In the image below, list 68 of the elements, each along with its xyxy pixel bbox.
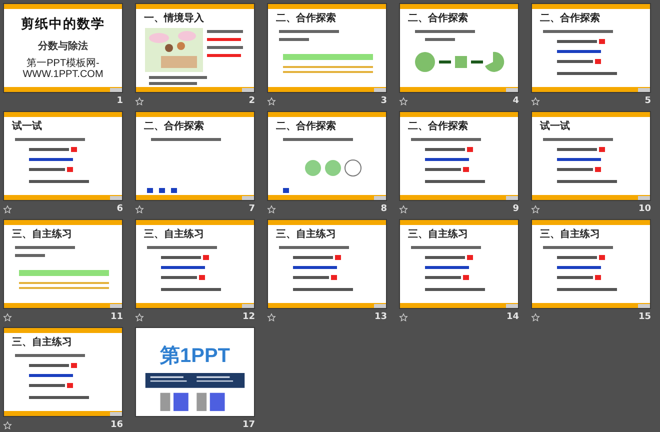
slide-title: 二、合作探索 — [275, 12, 336, 25]
slide-title: 三、自主练习 — [539, 227, 600, 241]
star-icon[interactable] — [3, 204, 12, 214]
slide-thumbnail[interactable]: 二、合作探索 — [267, 111, 387, 201]
slide-number: 4 — [512, 96, 519, 106]
slide-number: 14 — [506, 312, 519, 322]
slide-number: 12 — [242, 312, 255, 322]
star-icon[interactable] — [399, 204, 408, 214]
slide-thumbnail[interactable]: 一、情境导入 — [135, 3, 255, 93]
slide-number: 2 — [248, 96, 255, 106]
logo-text: 第1PPT — [160, 344, 230, 369]
slide-thumbnail[interactable]: 二、合作探索 — [135, 111, 255, 201]
slide-thumbnail[interactable]: 三、自主练习 — [3, 219, 123, 309]
slide-number: 17 — [242, 420, 255, 430]
slide-number: 6 — [116, 204, 123, 214]
star-icon[interactable] — [399, 96, 408, 106]
slide-thumbnail[interactable]: 三、自主练习 — [3, 327, 123, 417]
slide-thumbnail[interactable]: 二、合作探索 — [531, 3, 651, 93]
slide-thumbnail[interactable]: 三、自主练习 — [267, 219, 387, 309]
slide-number: 13 — [374, 312, 387, 322]
star-icon[interactable] — [267, 312, 276, 322]
slide-title: 三、自主练习 — [407, 227, 468, 241]
slide-title: 试一试 — [538, 120, 570, 133]
slide-thumbnail[interactable]: 二、合作探索 — [399, 111, 519, 201]
star-icon[interactable] — [531, 96, 540, 106]
slide-thumbnail[interactable]: 试一试 — [531, 111, 651, 201]
slide-number: 15 — [638, 312, 651, 322]
star-icon[interactable] — [531, 312, 540, 322]
slide-title: 二、合作探索 — [143, 120, 204, 133]
star-icon[interactable] — [135, 204, 144, 214]
star-icon[interactable] — [3, 420, 12, 430]
slide-number: 11 — [110, 312, 123, 322]
slide-number: 1 — [116, 96, 123, 106]
slide-thumbnail[interactable]: 二、合作探索 — [267, 3, 387, 93]
slide-title: 试一试 — [10, 120, 42, 133]
slide-title: 二、合作探索 — [539, 12, 600, 25]
star-icon[interactable] — [267, 96, 276, 106]
slide-title: 一、情境导入 — [143, 11, 204, 25]
slide-thumbnail[interactable]: 二、合作探索 — [399, 3, 519, 93]
slide-number: 10 — [638, 204, 651, 214]
slide-number: 16 — [110, 420, 123, 430]
slide-title: 三、自主练习 — [11, 335, 72, 349]
slide-title: 二、合作探索 — [407, 120, 468, 133]
slide-footer: 第一PPT模板网-WWW.1PPT.COM — [8, 58, 118, 80]
slide-number: 8 — [380, 204, 387, 214]
slide-thumbnail[interactable]: 剪纸中的数学 分数与除法 第一PPT模板网-WWW.1PPT.COM — [3, 3, 123, 93]
slide-title: 二、合作探索 — [407, 12, 468, 25]
slide-number: 5 — [644, 96, 651, 106]
slide-number: 9 — [512, 204, 519, 214]
star-icon[interactable] — [135, 312, 144, 322]
star-icon[interactable] — [267, 204, 276, 214]
slide-title: 三、自主练习 — [11, 227, 72, 241]
star-icon[interactable] — [399, 312, 408, 322]
slide-thumbnail[interactable]: 三、自主练习 — [531, 219, 651, 309]
slide-title: 三、自主练习 — [143, 227, 204, 241]
star-icon[interactable] — [135, 96, 144, 106]
slide-number: 3 — [380, 96, 387, 106]
star-icon[interactable] — [531, 204, 540, 214]
slide-title: 二、合作探索 — [275, 120, 336, 133]
slide-thumbnail[interactable]: 三、自主练习 — [135, 219, 255, 309]
slide-subtitle: 分数与除法 — [38, 40, 88, 52]
slide-title: 剪纸中的数学 — [21, 16, 105, 33]
slide-thumbnail[interactable]: 三、自主练习 — [399, 219, 519, 309]
slide-title: 三、自主练习 — [275, 227, 336, 241]
slide-thumbnail[interactable]: 试一试 — [3, 111, 123, 201]
slide-thumbnail[interactable]: 第1PPT — [135, 327, 255, 417]
star-icon[interactable] — [3, 312, 12, 322]
slide-number: 7 — [248, 204, 255, 214]
